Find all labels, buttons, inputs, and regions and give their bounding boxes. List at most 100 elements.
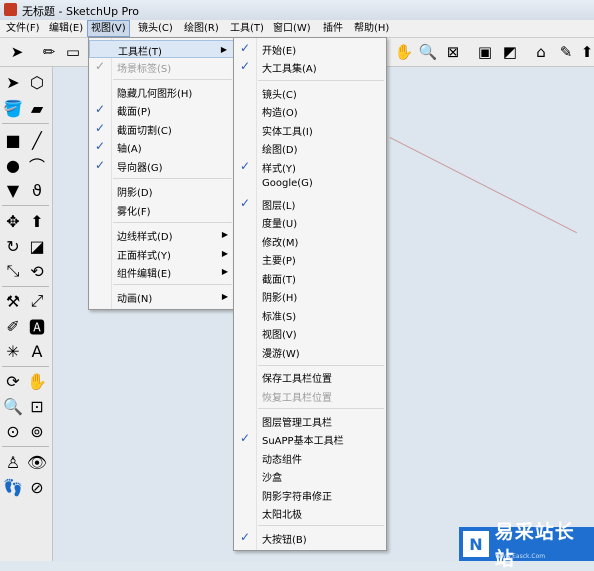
check-icon: ✓ xyxy=(240,41,251,55)
extension-icon[interactable]: ⬆ xyxy=(576,41,594,63)
freehand-tool-icon[interactable]: ϑ xyxy=(26,179,48,201)
toolbar-item-shadow-strings-fix[interactable]: 阴影字符串修正 xyxy=(234,486,386,504)
pan-icon[interactable]: ✋ xyxy=(26,370,48,392)
view-menu-item-axes[interactable]: ✓ 轴(A) xyxy=(89,138,234,156)
toolbar-item-suapp-basic[interactable]: ✓ SuAPP基本工具栏 xyxy=(234,430,386,448)
dimension-tool-icon[interactable]: ⤢ xyxy=(26,290,48,312)
make-component-icon[interactable]: ⬡ xyxy=(26,71,48,93)
rectangle-tool-icon[interactable]: ■ xyxy=(2,129,24,151)
section-plane-icon[interactable]: ⊘ xyxy=(26,476,48,498)
zoom-tool-icon[interactable]: 🔍 xyxy=(2,395,24,417)
toolbar-item-google[interactable]: Google(G) xyxy=(234,176,386,194)
menu-view[interactable]: 视图(V) xyxy=(87,20,130,37)
view-menu-item-hidden-geometry[interactable]: 隐藏几何图形(H) xyxy=(89,83,234,101)
view-menu-item-guides[interactable]: ✓ 导向器(G) xyxy=(89,157,234,175)
toolbar-item-principal[interactable]: 主要(P) xyxy=(234,250,386,268)
toolbar-item-solar-north[interactable]: 太阳北极 xyxy=(234,504,386,522)
view-menu-item-shadows[interactable]: 阴影(D) xyxy=(89,182,234,200)
toolbar-item-layers[interactable]: ✓ 图层(L) xyxy=(234,195,386,213)
eraser-icon[interactable]: ▰ xyxy=(26,97,48,119)
protractor-icon[interactable]: ✐ xyxy=(2,315,24,337)
toolbar-divider xyxy=(2,366,49,367)
toolbar-item-restore-positions[interactable]: 恢复工具栏位置 xyxy=(234,387,386,405)
toggle-terrain-icon[interactable]: ◩ xyxy=(499,41,521,63)
toolbar-item-walkthrough[interactable]: 漫游(W) xyxy=(234,343,386,361)
follow-me-icon[interactable]: ◪ xyxy=(26,235,48,257)
walk-icon[interactable]: 👣 xyxy=(2,476,24,498)
3d-text-icon[interactable]: A xyxy=(26,340,48,362)
check-icon: ✓ xyxy=(95,139,106,153)
line-tool-icon[interactable]: ╱ xyxy=(26,129,48,151)
menu-draw[interactable]: 绘图(R) xyxy=(181,21,222,36)
view-menu-item-toolbars[interactable]: 工具栏(T) ▶ xyxy=(89,40,234,58)
arc-tool-icon[interactable]: ⌒ xyxy=(26,154,48,176)
toolbar-item-section[interactable]: 截面(T) xyxy=(234,269,386,287)
select-arrow-icon[interactable]: ➤ xyxy=(6,41,28,63)
menu-separator xyxy=(258,365,384,366)
menu-help[interactable]: 帮助(H) xyxy=(351,21,392,36)
toolbar-item-styles[interactable]: ✓ 样式(Y) xyxy=(234,158,386,176)
view-menu-item-animation[interactable]: 动画(N) ▶ xyxy=(89,288,234,306)
toolbar-item-layer-manager[interactable]: 图层管理工具栏 xyxy=(234,412,386,430)
menu-bar: 文件(F) 编辑(E) 视图(V) 镜头(C) 绘图(R) 工具(T) 窗口(W… xyxy=(0,20,594,38)
push-pull-icon[interactable]: ⬆ xyxy=(26,210,48,232)
view-menu-item-scene-tabs[interactable]: ✓ 场景标签(S) xyxy=(89,58,234,76)
toolbar-item-save-positions[interactable]: 保存工具栏位置 xyxy=(234,368,386,386)
toolbar-item-large-buttons[interactable]: ✓ 大按钮(B) xyxy=(234,529,386,547)
move-tool-icon[interactable]: ✥ xyxy=(2,210,24,232)
view-menu-item-edge-style[interactable]: 边线样式(D) ▶ xyxy=(89,226,234,244)
toolbar-item-measurements[interactable]: 度量(U) xyxy=(234,213,386,231)
toolbar-item-standard[interactable]: 标准(S) xyxy=(234,306,386,324)
paint-bucket-icon[interactable]: 🪣 xyxy=(2,97,24,119)
orbit-icon[interactable]: ⟳ xyxy=(2,370,24,392)
menu-file[interactable]: 文件(F) xyxy=(3,21,43,36)
menu-window[interactable]: 窗口(W) xyxy=(270,21,314,36)
zoom-window-icon[interactable]: ⊡ xyxy=(26,395,48,417)
menu-plugins[interactable]: 插件 xyxy=(320,21,346,36)
toolbar-item-solid-tools[interactable]: 实体工具(I) xyxy=(234,121,386,139)
toolbar-item-getting-started[interactable]: ✓ 开始(E) xyxy=(234,40,386,58)
next-view-icon[interactable]: ⊚ xyxy=(26,420,48,442)
view-menu-item-component-edit[interactable]: 组件编辑(E) ▶ xyxy=(89,263,234,281)
scale-tool-icon[interactable]: ⤡ xyxy=(2,260,24,282)
warehouse-icon[interactable]: ⌂ xyxy=(530,41,552,63)
toolbar-item-drawing[interactable]: 绘图(D) xyxy=(234,139,386,157)
toolbar-item-construction[interactable]: 构造(O) xyxy=(234,102,386,120)
pencil-icon[interactable]: ✏ xyxy=(38,41,60,63)
share-model-icon[interactable]: ✎ xyxy=(555,41,577,63)
text-tool-icon[interactable]: 🅰 xyxy=(26,315,48,337)
view-menu-item-section-planes[interactable]: ✓ 截面(P) xyxy=(89,101,234,119)
toolbar-item-shadows[interactable]: 阴影(H) xyxy=(234,287,386,305)
menu-tools[interactable]: 工具(T) xyxy=(227,21,267,36)
pan-hand-icon[interactable]: ✋ xyxy=(393,41,415,63)
toolbar-item-sandbox[interactable]: 沙盒 xyxy=(234,467,386,485)
check-icon: ✓ xyxy=(95,158,106,172)
check-icon: ✓ xyxy=(240,530,251,544)
polygon-tool-icon[interactable]: ▼ xyxy=(2,179,24,201)
rectangle-icon[interactable]: ▭ xyxy=(62,41,84,63)
toolbar-item-large-tool-set[interactable]: ✓ 大工具集(A) xyxy=(234,58,386,76)
add-location-icon[interactable]: ▣ xyxy=(474,41,496,63)
position-camera-icon[interactable]: ♙ xyxy=(2,451,24,473)
zoom-icon[interactable]: 🔍 xyxy=(417,41,439,63)
select-icon[interactable]: ➤ xyxy=(2,71,24,93)
view-menu-item-face-style[interactable]: 正面样式(Y) ▶ xyxy=(89,245,234,263)
menu-edit[interactable]: 编辑(E) xyxy=(46,21,86,36)
zoom-extents-icon[interactable]: ⊠ xyxy=(442,41,464,63)
previous-view-icon[interactable]: ⊙ xyxy=(2,420,24,442)
circle-tool-icon[interactable]: ● xyxy=(2,154,24,176)
menu-camera[interactable]: 镜头(C) xyxy=(135,21,176,36)
sketchup-app-icon xyxy=(4,3,17,16)
rotate-tool-icon[interactable]: ↻ xyxy=(2,235,24,257)
toolbar-item-edit[interactable]: 修改(M) xyxy=(234,232,386,250)
look-around-icon[interactable]: 👁 xyxy=(26,451,48,473)
tape-measure-icon[interactable]: ⚒ xyxy=(2,290,24,312)
view-menu-item-fog[interactable]: 雾化(F) xyxy=(89,201,234,219)
toolbar-item-camera[interactable]: 镜头(C) xyxy=(234,84,386,102)
view-menu-item-section-cuts[interactable]: ✓ 截面切割(C) xyxy=(89,120,234,138)
offset-tool-icon[interactable]: ⟲ xyxy=(26,260,48,282)
axes-tool-icon[interactable]: ✳ xyxy=(2,340,24,362)
toolbar-item-dynamic-components[interactable]: 动态组件 xyxy=(234,449,386,467)
submenu-arrow-icon: ▶ xyxy=(221,292,228,301)
toolbar-item-views[interactable]: 视图(V) xyxy=(234,324,386,342)
